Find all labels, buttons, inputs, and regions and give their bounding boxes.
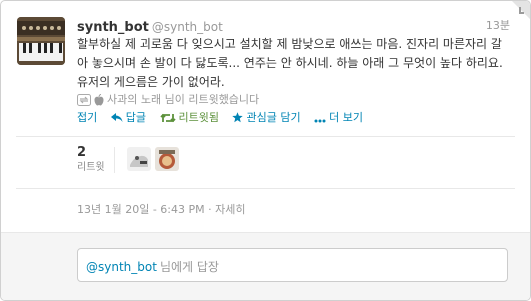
retweeted-icon: [159, 113, 176, 123]
divider: [16, 188, 515, 189]
tweet-card: synth_bot @synth_bot 13분 할부하실 제 괴로움 다 잊으시…: [0, 0, 531, 301]
retweeter-avatar[interactable]: [127, 147, 151, 171]
retweeter-avatar[interactable]: [155, 147, 179, 171]
retweeted-button[interactable]: 리트윗됨: [159, 109, 219, 125]
retweet-count: 2: [77, 145, 87, 160]
retweet-attribution: 사과의 노래 님이 리트윗했습니다: [77, 91, 507, 107]
more-dots-icon: [314, 119, 326, 123]
divider: [16, 136, 515, 137]
tweet-text: 할부하실 제 괴로움 다 잊으시고 설치할 제 밤낮으로 애쓰는 마음. 진자리…: [77, 37, 503, 89]
author-name[interactable]: synth_bot: [77, 20, 149, 35]
retweet-icon: [77, 94, 91, 106]
retweet-note[interactable]: 사과의 노래 님이 리트윗했습니다: [107, 93, 259, 106]
tweet-actions: 접기 답글 리트윗됨 관심글 담기 더 보기: [77, 109, 373, 125]
retweet-count-label: 리트윗: [77, 162, 105, 173]
collapse-link[interactable]: 접기: [77, 109, 97, 125]
tweet-header: synth_bot @synth_bot 13분: [77, 16, 510, 35]
stat-separator: [114, 147, 115, 173]
avatar[interactable]: [17, 17, 65, 65]
apple-icon: [94, 94, 104, 106]
more-button[interactable]: 더 보기: [314, 109, 363, 125]
tweet-datetime[interactable]: 13년 1월 20일 - 6:43 PM · 자세히: [77, 201, 245, 217]
tweet-timestamp[interactable]: 13분: [486, 17, 510, 33]
reply-placeholder: 님에게 답장: [159, 260, 219, 274]
favorite-button[interactable]: 관심글 담기: [232, 109, 301, 125]
reply-button[interactable]: 답글: [110, 109, 146, 125]
reply-panel: @synth_bot 님에게 답장: [1, 232, 530, 300]
reply-icon: [110, 113, 123, 122]
author-handle[interactable]: @synth_bot: [152, 20, 223, 34]
retweet-stats[interactable]: 2 리트윗: [77, 145, 117, 175]
reply-mention: @synth_bot: [86, 260, 157, 274]
star-icon: [232, 112, 244, 123]
reply-input[interactable]: @synth_bot 님에게 답장: [77, 248, 508, 282]
